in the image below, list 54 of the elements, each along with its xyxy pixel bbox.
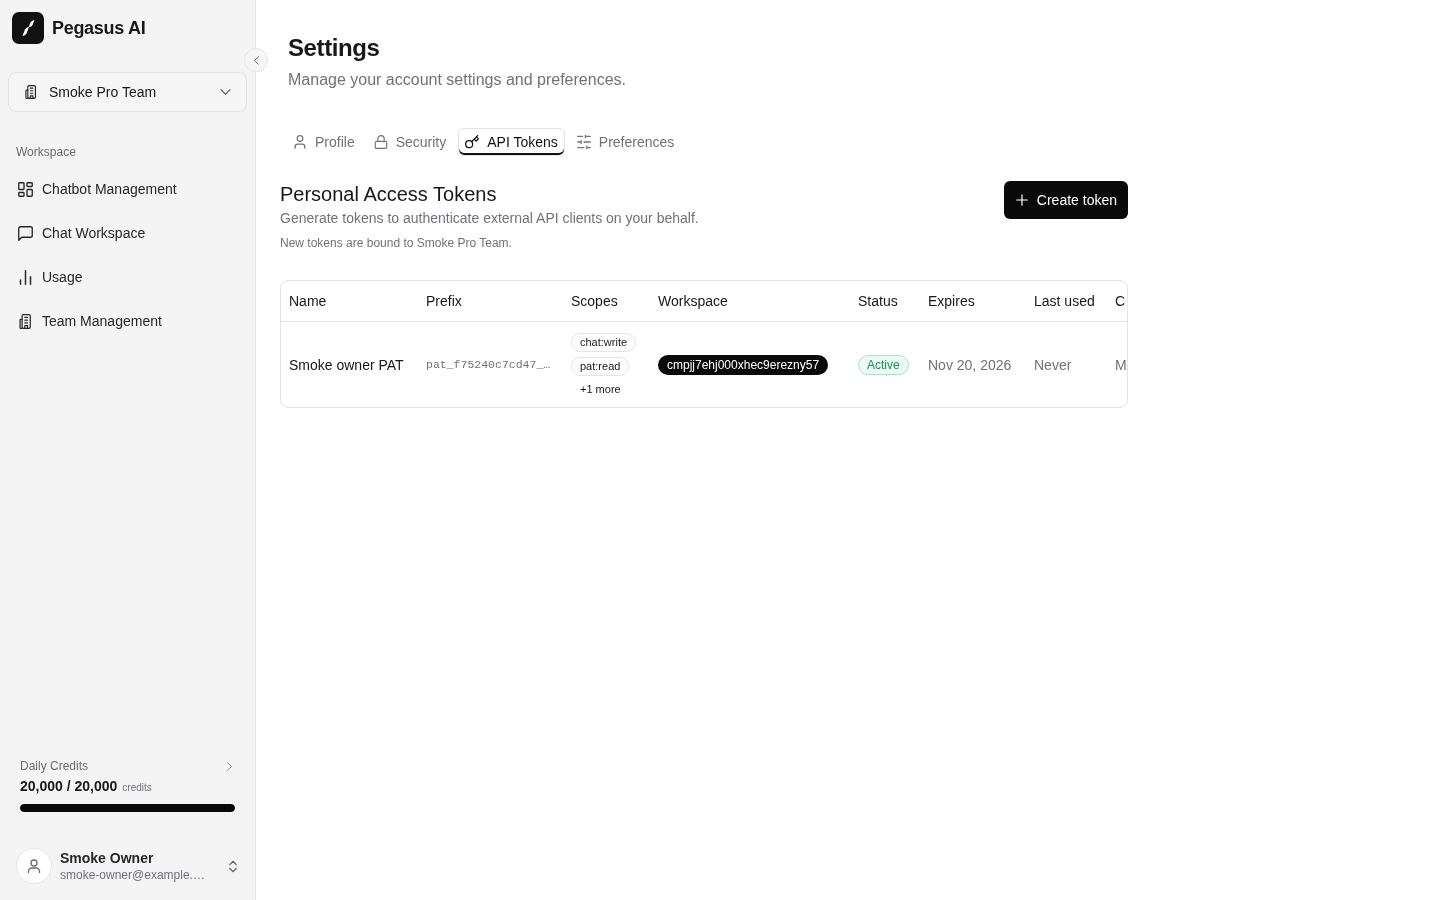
column-header: C: [1114, 293, 1127, 309]
nav-item[interactable]: Chat Workspace: [8, 215, 247, 251]
tab[interactable]: Security: [366, 128, 454, 156]
dashboard-icon: [18, 181, 33, 197]
building-icon: [24, 85, 38, 99]
chat-bubble-icon: [18, 225, 33, 241]
nav-item[interactable]: Usage: [8, 259, 247, 295]
column-header: Workspace: [657, 293, 729, 309]
nav-item[interactable]: Team Management: [8, 303, 247, 339]
column-header: Scopes: [570, 293, 619, 309]
bar-chart-icon: [18, 269, 33, 285]
chevrons-up-down-icon[interactable]: [229, 859, 237, 873]
section-title: Personal Access Tokens: [280, 182, 497, 207]
section-note: New tokens are bound to Smoke Pro Team.: [280, 235, 512, 251]
chevron-down-icon: [220, 89, 231, 95]
table-cell-text: pat_f75240c7cd47_…: [425, 358, 552, 371]
key-icon: [465, 135, 480, 149]
chevron-left-icon: [253, 55, 259, 65]
lock-icon: [373, 135, 388, 149]
page-subtitle: Manage your account settings and preferences.: [288, 70, 626, 90]
column-header: Name: [288, 293, 328, 309]
status-badge: Active: [858, 354, 909, 375]
team-selector[interactable]: Smoke Pro Team: [8, 72, 247, 112]
table-cell-text: Nov 20, 2026: [927, 356, 1013, 373]
workspace-badge: cmpjj7ehj000xhec9erezny57: [658, 354, 829, 375]
sliders-icon: [576, 135, 591, 149]
credits-unit: credits: [122, 781, 152, 795]
table-cell-text: Never: [1033, 356, 1073, 373]
credits-value: 20,000 / 20,000: [20, 777, 118, 796]
section-description: Generate tokens to authenticate external API clients on your behalf.: [280, 209, 699, 228]
tab[interactable]: API Tokens: [458, 128, 565, 156]
user-name: Smoke Owner: [60, 849, 154, 867]
avatar-icon: [16, 848, 52, 884]
column-header: Status: [857, 293, 899, 309]
plus-icon: [1015, 194, 1028, 206]
chevron-right-icon: [227, 761, 232, 771]
user-icon: [293, 135, 307, 149]
logo-icon: [12, 12, 44, 44]
tab[interactable]: Preferences: [569, 128, 682, 156]
column-header: Prefix: [425, 293, 463, 309]
column-header: Expires: [927, 293, 976, 309]
tab[interactable]: Profile: [286, 128, 362, 156]
nav-item[interactable]: Chatbot Management: [8, 171, 247, 207]
table-cell-text: Smoke owner PAT: [288, 356, 405, 373]
more-scopes-label: +1 more: [579, 381, 621, 397]
brand-name: Pegasus AI: [52, 17, 146, 39]
table-cell-text: M: [1114, 356, 1127, 373]
column-header: Last used: [1033, 293, 1096, 309]
credits-label: Daily Credits: [20, 758, 88, 774]
user-email: smoke-owner@example.…: [60, 866, 205, 883]
building-icon: [18, 313, 33, 329]
section-label: Workspace: [15, 144, 76, 160]
page-title: Settings: [288, 33, 380, 63]
create-token-button[interactable]: Create token: [1003, 181, 1128, 219]
